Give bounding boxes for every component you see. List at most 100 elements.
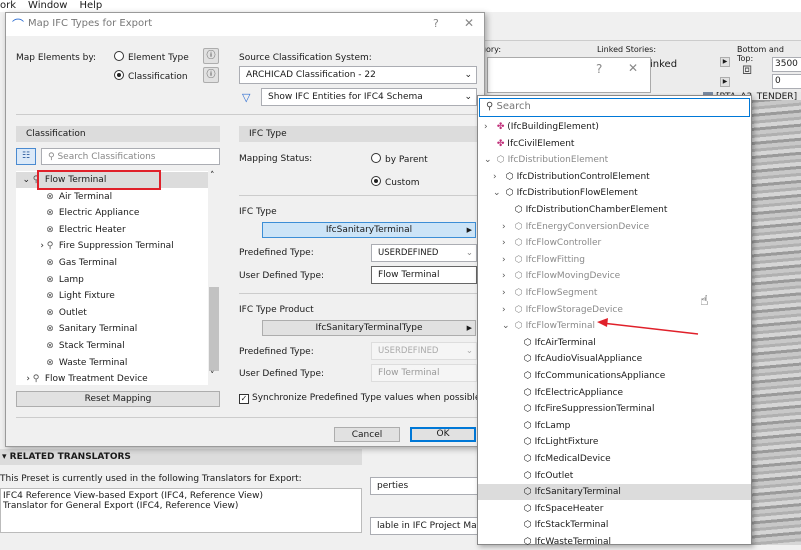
menu-window[interactable]: Window (28, 0, 67, 11)
search-placeholder: Search Classifications (57, 152, 156, 162)
ifc-type-item[interactable]: ⬡ IfcStackTerminal (478, 517, 751, 533)
ifc-type-item[interactable]: ⬡ IfcWasteTerminal (478, 534, 751, 550)
reset-mapping-button[interactable]: Reset Mapping (16, 391, 220, 407)
ifc-type-item[interactable]: › ⬡ IfcDistributionControlElement (478, 169, 751, 185)
ifc-type-item[interactable]: ⬡ IfcLamp (478, 418, 751, 434)
ifc-type-item[interactable]: › ⬡ IfcFlowFitting (478, 252, 751, 268)
ifc-type-item[interactable]: ⬡ IfcSpaceHeater (478, 501, 751, 517)
classification-item-icon: ⊗ (46, 224, 54, 235)
cancel-button[interactable]: Cancel (334, 427, 400, 442)
menu-work[interactable]: ork (0, 0, 16, 11)
classification-tree[interactable]: ˄ ˅ ⌄ ⚲ Flow Terminal ⊗ Air Terminal ⊗ Ele… (16, 171, 220, 385)
ifc-entity-icon: ⬡ (523, 454, 532, 464)
ifc-type-item[interactable]: ⬡ IfcSanitaryTerminal (478, 484, 751, 501)
tree-item[interactable]: ⊗ Waste Terminal (16, 355, 208, 371)
menu-help[interactable]: Help (79, 0, 102, 11)
radio-custom[interactable]: Custom (371, 176, 419, 188)
tp-user-defined-type-input: Flow Terminal (371, 364, 477, 382)
ifc-type-item[interactable]: › ⬡ IfcFlowController (478, 235, 751, 251)
help-icon[interactable]: ? (596, 62, 602, 76)
ifc-type-item[interactable]: ⬡ IfcAudioVisualAppliance (478, 351, 751, 367)
scrollbar-thumb[interactable] (209, 287, 219, 371)
tree-item[interactable]: ⊗ Stack Terminal (16, 338, 208, 354)
scroll-up-icon[interactable]: ˄ (210, 171, 215, 181)
sync-label: Synchronize Predefined Type values when … (252, 393, 481, 403)
ifc-type-item[interactable]: ⬡ IfcFireSuppressionTerminal (478, 401, 751, 417)
tree-item[interactable]: ⊗ Light Fixture (16, 288, 208, 304)
radio-classification[interactable]: Classification (114, 70, 188, 82)
dropdown-search-input[interactable]: ⚲ Search (479, 98, 750, 117)
ifc-type-item[interactable]: ⬡ IfcOutlet (478, 468, 751, 484)
chevron-right-icon[interactable]: › (502, 219, 512, 235)
translator-item[interactable]: IFC4 Reference View-based Export (IFC4, … (3, 491, 359, 501)
bottom-value-field[interactable]: 0 (772, 74, 801, 89)
chevron-down-icon[interactable]: ⌄ (502, 318, 512, 334)
chevron-right-icon[interactable]: › (484, 119, 494, 135)
ifc-type-item[interactable]: ⬡ IfcLightFixture (478, 434, 751, 450)
tree-item[interactable]: › ⚲ Flow Treatment Device (16, 371, 208, 387)
tree-item-label: Air Terminal (58, 191, 113, 202)
chevron-right-icon[interactable]: › (502, 285, 512, 301)
ifc-type-item[interactable]: ⌄ ⬡ IfcDistributionFlowElement (478, 185, 751, 201)
close-icon[interactable]: ✕ (628, 61, 638, 75)
title-bar: ⌒ Map IFC Types for Export ? ✕ (6, 13, 484, 36)
chevron-right-icon[interactable]: › (493, 169, 503, 185)
chevron-down-icon[interactable]: ⌄ (493, 185, 503, 201)
ifc-type-item[interactable]: › ✤ (IfcBuildingElement) (478, 119, 751, 135)
ifc-type-item[interactable]: ✤ IfcCivilElement (478, 136, 751, 152)
close-icon[interactable]: ✕ (464, 16, 474, 30)
user-defined-type-input[interactable]: Flow Terminal (371, 266, 477, 284)
help-icon[interactable]: ? (433, 17, 439, 30)
predefined-type-select[interactable]: USERDEFINED ⌄ (371, 244, 477, 262)
chevron-right-icon[interactable]: › (502, 268, 512, 284)
tree-item[interactable]: ⊗ Electric Appliance (16, 205, 208, 221)
ifc-type-item[interactable]: ⬡ IfcElectricAppliance (478, 385, 751, 401)
tree-view-toggle-icon[interactable]: ☷ (16, 148, 36, 165)
ifc-type-item[interactable]: ⌄ ⬡ IfcDistributionElement (478, 152, 751, 168)
search-classifications-input[interactable]: ⚲ Search Classifications (41, 148, 220, 165)
select-value: USERDEFINED (378, 346, 439, 356)
tree-item[interactable]: › ⚲ Fire Suppression Terminal (16, 238, 208, 254)
chevron-right-icon[interactable]: › (16, 238, 44, 254)
chevron-right-icon[interactable]: › (502, 235, 512, 251)
scrollbar[interactable]: ˄ ˅ (208, 171, 220, 385)
arrow-button[interactable]: ▶ (720, 57, 730, 67)
ok-button[interactable]: OK (410, 427, 476, 442)
scroll-down-icon[interactable]: ˅ (210, 371, 215, 381)
source-system-select[interactable]: ARCHICAD Classification - 22 ⌄ (239, 66, 477, 84)
translator-item[interactable]: Translator for General Export (IFC4, Ref… (3, 501, 359, 511)
ifc-type-button[interactable]: IfcSanitaryTerminal ▶ (262, 222, 476, 238)
sync-checkbox[interactable]: ✓ Synchronize Predefined Type values when… (239, 393, 480, 404)
ifc-type-label: IfcLightFixture (534, 437, 599, 448)
properties-field[interactable]: perties (370, 477, 480, 495)
tree-item[interactable]: ⊗ Gas Terminal (16, 255, 208, 271)
ifc-type-item[interactable]: ⬡ IfcDistributionChamberElement (478, 202, 751, 218)
tree-item[interactable]: ⊗ Electric Heater (16, 222, 208, 238)
tree-item[interactable]: ⊗ Air Terminal (16, 189, 208, 205)
ifc-type-item[interactable]: › ⬡ IfcFlowMovingDevice (478, 268, 751, 284)
tree-item[interactable]: ⊗ Sanitary Terminal (16, 321, 208, 337)
related-translators-header[interactable]: ▾ RELATED TRANSLATORS (0, 449, 362, 465)
schema-filter-select[interactable]: Show IFC Entities for IFC4 Schema ⌄ (261, 88, 477, 106)
tree-item[interactable]: ⊗ Outlet (16, 305, 208, 321)
info-icon[interactable]: ⓘ (203, 67, 219, 83)
mapping-status-label: Mapping Status: (239, 154, 313, 164)
info-icon[interactable]: ⓘ (203, 48, 219, 64)
ifc-type-item[interactable]: › ⬡ IfcFlowSegment (478, 285, 751, 301)
ifc-type-product-button[interactable]: IfcSanitaryTerminalType ▶ (262, 320, 476, 336)
tree-item[interactable]: ⊗ Lamp (16, 272, 208, 288)
chevron-right-icon[interactable]: › (502, 302, 512, 318)
translators-list[interactable]: IFC4 Reference View-based Export (IFC4, … (0, 488, 362, 533)
arrow-button[interactable]: ▶ (720, 77, 730, 87)
radio-element-type[interactable]: Element Type (114, 51, 189, 63)
top-value-field[interactable]: 3500 (772, 57, 801, 72)
chevron-right-icon[interactable]: › (502, 252, 512, 268)
radio-by-parent[interactable]: by Parent (371, 153, 428, 165)
ifc-type-item[interactable]: ⬡ IfcMedicalDevice (478, 451, 751, 467)
chevron-down-icon[interactable]: ⌄ (484, 152, 494, 168)
chevron-right-icon[interactable]: › (16, 371, 30, 387)
ifc-type-item[interactable]: › ⬡ IfcEnergyConversionDevice (478, 219, 751, 235)
ifc-type-item[interactable]: ⬡ IfcCommunicationsAppliance (478, 368, 751, 384)
chevron-down-icon[interactable]: ⌄ (16, 172, 30, 188)
project-manager-field[interactable]: lable in IFC Project Manage (370, 517, 480, 535)
